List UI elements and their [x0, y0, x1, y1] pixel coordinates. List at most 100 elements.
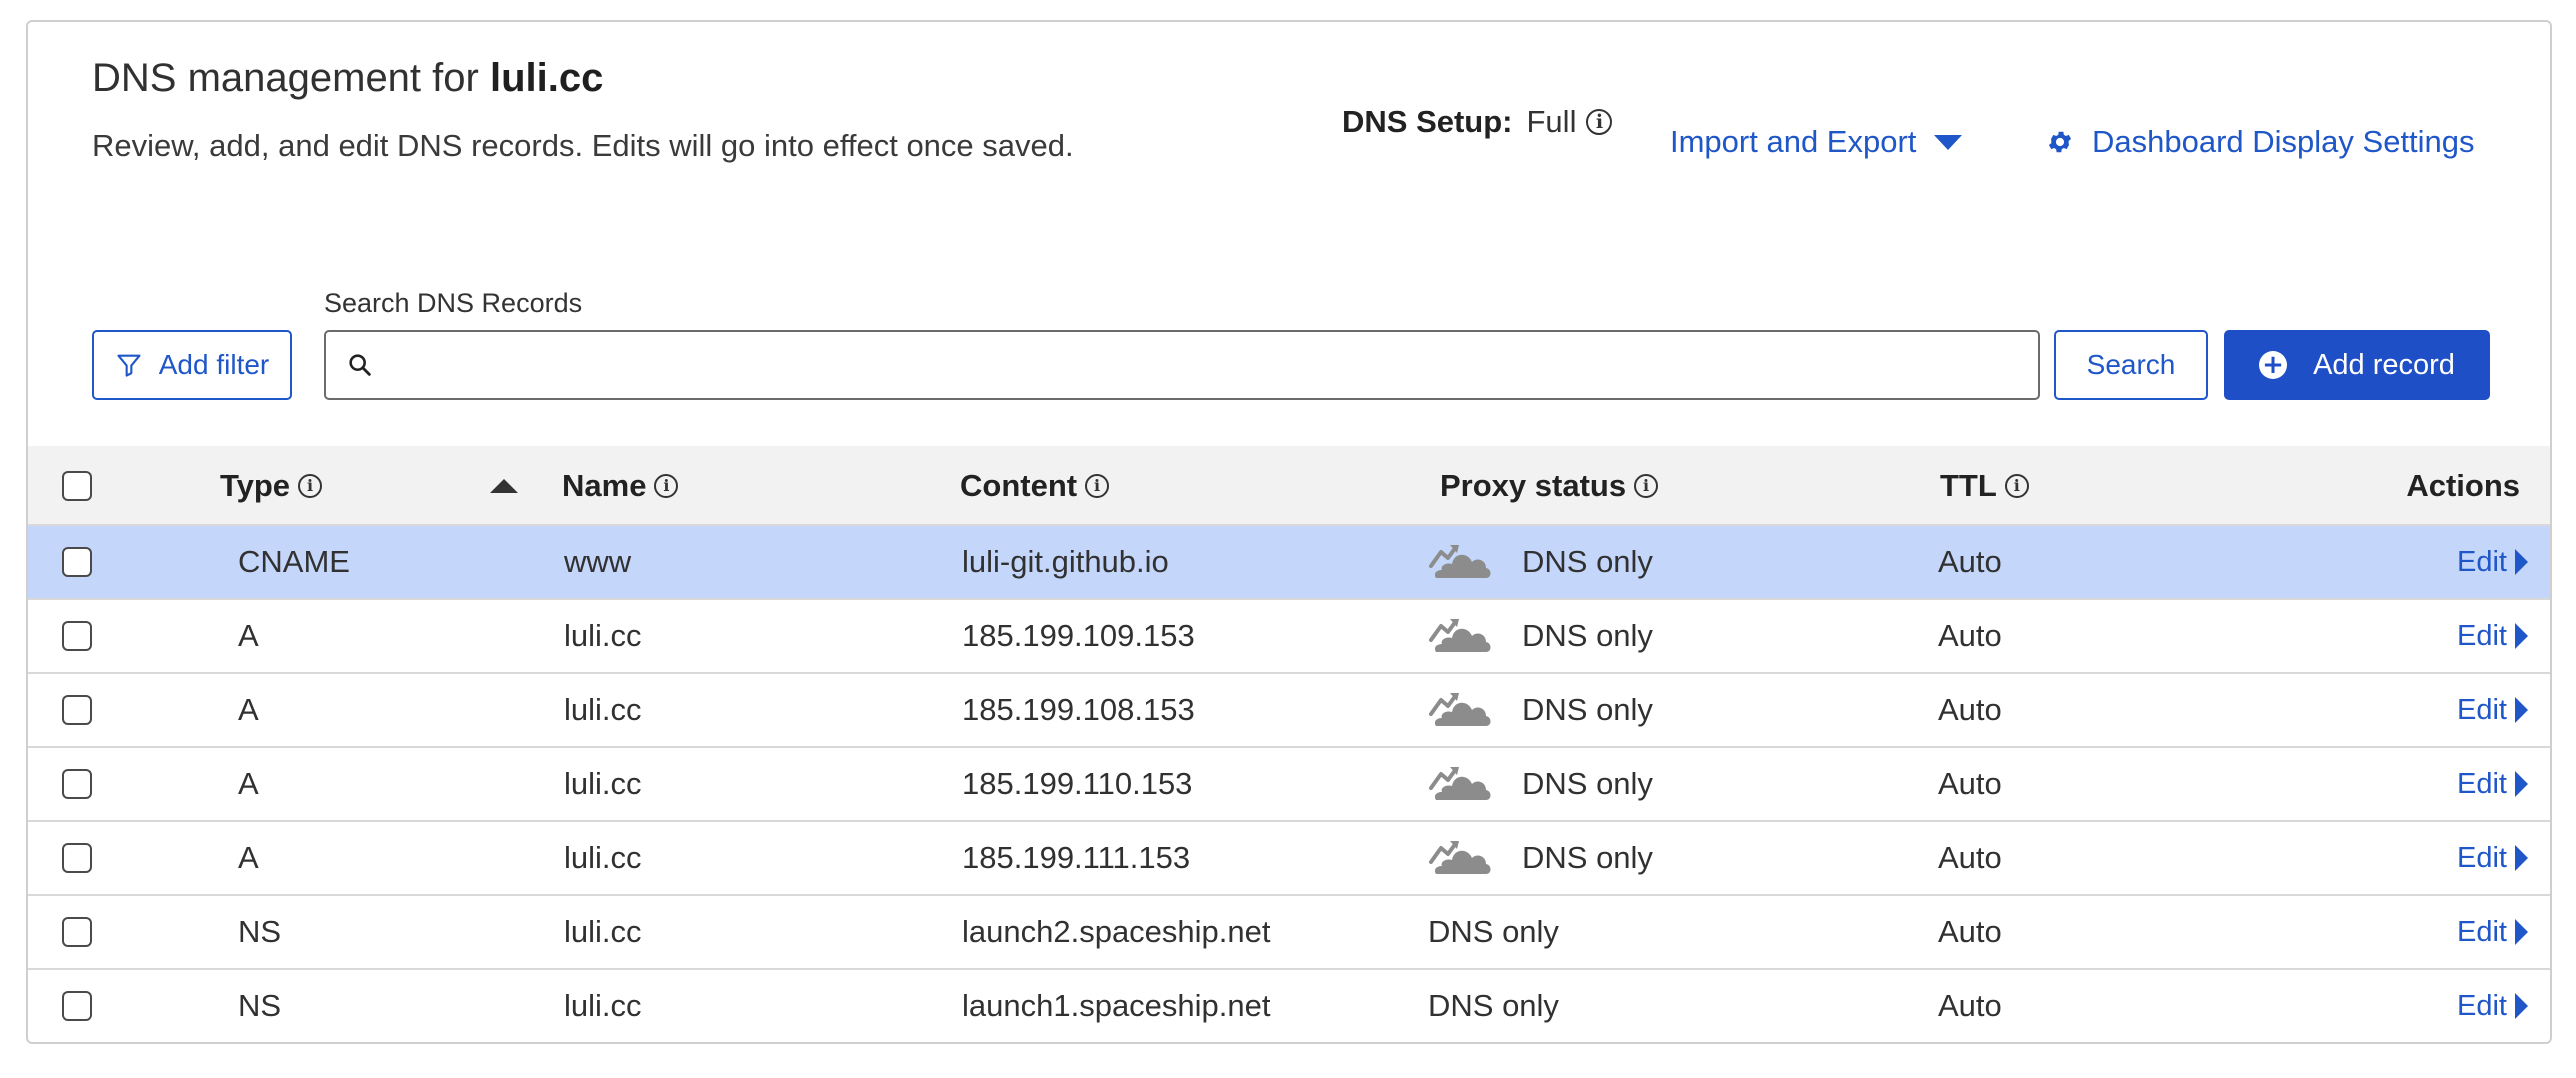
table-row[interactable]: Aluli.cc 185.199.109.153 DNS only Auto Edit — [28, 600, 2550, 674]
dns-only-cloud-icon — [1429, 841, 1491, 874]
row-actions: Edit — [2457, 600, 2528, 672]
row-actions: Edit — [2457, 526, 2528, 598]
info-icon[interactable]: i — [654, 474, 679, 498]
column-header-content[interactable]: Content i — [960, 446, 1110, 526]
edit-label: Edit — [2457, 545, 2507, 578]
edit-button[interactable]: Edit — [2457, 620, 2528, 653]
row-checkbox-cell — [62, 600, 92, 672]
add-filter-button[interactable]: Add filter — [92, 330, 292, 400]
record-ttl: Auto — [1938, 914, 2002, 949]
edit-label: Edit — [2457, 915, 2507, 948]
column-header-ttl[interactable]: TTL i — [1940, 446, 2029, 526]
add-record-button[interactable]: + Add record — [2224, 330, 2490, 400]
info-icon[interactable]: i — [1586, 109, 1613, 135]
record-content: 185.199.109.153 — [962, 618, 1195, 653]
row-checkbox[interactable] — [62, 843, 92, 873]
caret-right-icon — [2515, 919, 2528, 945]
record-name: www — [564, 544, 632, 579]
row-checkbox[interactable] — [62, 695, 92, 725]
row-checkbox[interactable] — [62, 917, 92, 947]
row-checkbox-cell — [62, 970, 92, 1042]
edit-button[interactable]: Edit — [2457, 768, 2528, 801]
dns-setup-status: DNS Setup: Full i — [1342, 104, 1613, 140]
record-type: NS — [238, 988, 282, 1023]
proxy-status-label: DNS only — [1428, 914, 1559, 949]
proxy-status: DNS only — [1428, 822, 1653, 894]
row-checkbox-cell — [62, 896, 92, 968]
caret-right-icon — [2515, 845, 2528, 871]
search-label: Search DNS Records — [324, 288, 583, 318]
table-header: Type i Name i Content i Proxy status i T… — [28, 446, 2550, 526]
row-checkbox-cell — [62, 822, 92, 894]
dns-only-cloud-icon — [1429, 693, 1491, 726]
dashboard-display-settings-link[interactable]: Dashboard Display Settings — [2046, 124, 2475, 160]
add-record-label: Add record — [2313, 348, 2455, 381]
table-row[interactable]: Aluli.cc 185.199.110.153 DNS only Auto Edit — [28, 748, 2550, 822]
search-box[interactable] — [324, 330, 2040, 400]
import-export-dropdown[interactable]: Import and Export — [1670, 124, 1963, 160]
table-body: CNAME www luli-git.github.io DNS only Auto Ed… — [28, 526, 2550, 1042]
edit-button[interactable]: Edit — [2457, 990, 2528, 1023]
table-row[interactable]: Aluli.cc 185.199.108.153 DNS only Auto Edit — [28, 674, 2550, 748]
edit-label: Edit — [2457, 619, 2507, 652]
sort-ascending-cell — [490, 446, 518, 526]
info-icon[interactable]: i — [1634, 474, 1659, 498]
edit-button[interactable]: Edit — [2457, 842, 2528, 875]
row-actions: Edit — [2457, 970, 2528, 1042]
edit-label: Edit — [2457, 841, 2507, 874]
column-header-actions: Actions — [2406, 446, 2520, 526]
row-checkbox[interactable] — [62, 991, 92, 1021]
edit-button[interactable]: Edit — [2457, 546, 2528, 579]
info-icon[interactable]: i — [2004, 474, 2029, 498]
row-actions: Edit — [2457, 822, 2528, 894]
row-checkbox[interactable] — [62, 621, 92, 651]
record-ttl: Auto — [1938, 988, 2002, 1023]
caret-down-icon — [1934, 134, 1963, 150]
table-row[interactable]: NS luli.cc launch1.spaceship.net DNS only Au… — [28, 970, 2550, 1042]
row-checkbox[interactable] — [62, 769, 92, 799]
search-input[interactable] — [388, 348, 2038, 382]
proxy-status-label: DNS only — [1522, 544, 1653, 579]
table-row[interactable]: CNAME www luli-git.github.io DNS only Auto Ed… — [28, 526, 2550, 600]
row-actions: Edit — [2457, 674, 2528, 746]
sort-ascending-icon[interactable] — [490, 479, 518, 493]
caret-right-icon — [2515, 993, 2528, 1019]
record-ttl: Auto — [1938, 544, 2002, 579]
proxy-status-label: DNS only — [1522, 840, 1653, 875]
edit-label: Edit — [2457, 989, 2507, 1022]
caret-right-icon — [2515, 771, 2528, 797]
row-checkbox-cell — [62, 674, 92, 746]
edit-button[interactable]: Edit — [2457, 694, 2528, 727]
caret-right-icon — [2515, 697, 2528, 723]
column-header-proxy-status[interactable]: Proxy status i — [1440, 446, 1659, 526]
column-header-type[interactable]: Type i — [220, 446, 323, 526]
edit-button[interactable]: Edit — [2457, 916, 2528, 949]
record-name: luli.cc — [564, 766, 642, 801]
proxy-status-label: DNS only — [1428, 988, 1559, 1023]
page-title: DNS management for luli.cc — [92, 56, 603, 101]
column-header-content-label: Content — [960, 468, 1078, 503]
info-icon[interactable]: i — [1085, 474, 1110, 498]
record-content: 185.199.108.153 — [962, 692, 1195, 727]
column-header-name-label: Name — [562, 468, 647, 503]
search-icon — [349, 354, 371, 376]
record-name: luli.cc — [564, 618, 642, 653]
row-checkbox[interactable] — [62, 547, 92, 577]
table-row[interactable]: NS luli.cc launch2.spaceship.net DNS only Au… — [28, 896, 2550, 970]
select-all-checkbox[interactable] — [62, 471, 92, 501]
edit-label: Edit — [2457, 767, 2507, 800]
proxy-status-label: DNS only — [1522, 692, 1653, 727]
dns-management-panel: DNS management for luli.cc Review, add, … — [26, 20, 2552, 1044]
caret-right-icon — [2515, 623, 2528, 649]
dns-setup-label: DNS Setup: — [1342, 104, 1513, 139]
proxy-status: DNS only — [1428, 748, 1653, 820]
search-button[interactable]: Search — [2054, 330, 2208, 400]
column-header-actions-label: Actions — [2406, 468, 2520, 503]
dns-records-table: Type i Name i Content i Proxy status i T… — [28, 446, 2550, 1042]
proxy-status: DNS only — [1428, 526, 1653, 598]
column-header-name[interactable]: Name i — [562, 446, 679, 526]
record-ttl: Auto — [1938, 840, 2002, 875]
import-export-label: Import and Export — [1670, 124, 1917, 159]
info-icon[interactable]: i — [298, 474, 323, 498]
table-row[interactable]: Aluli.cc 185.199.111.153 DNS only Auto Edit — [28, 822, 2550, 896]
